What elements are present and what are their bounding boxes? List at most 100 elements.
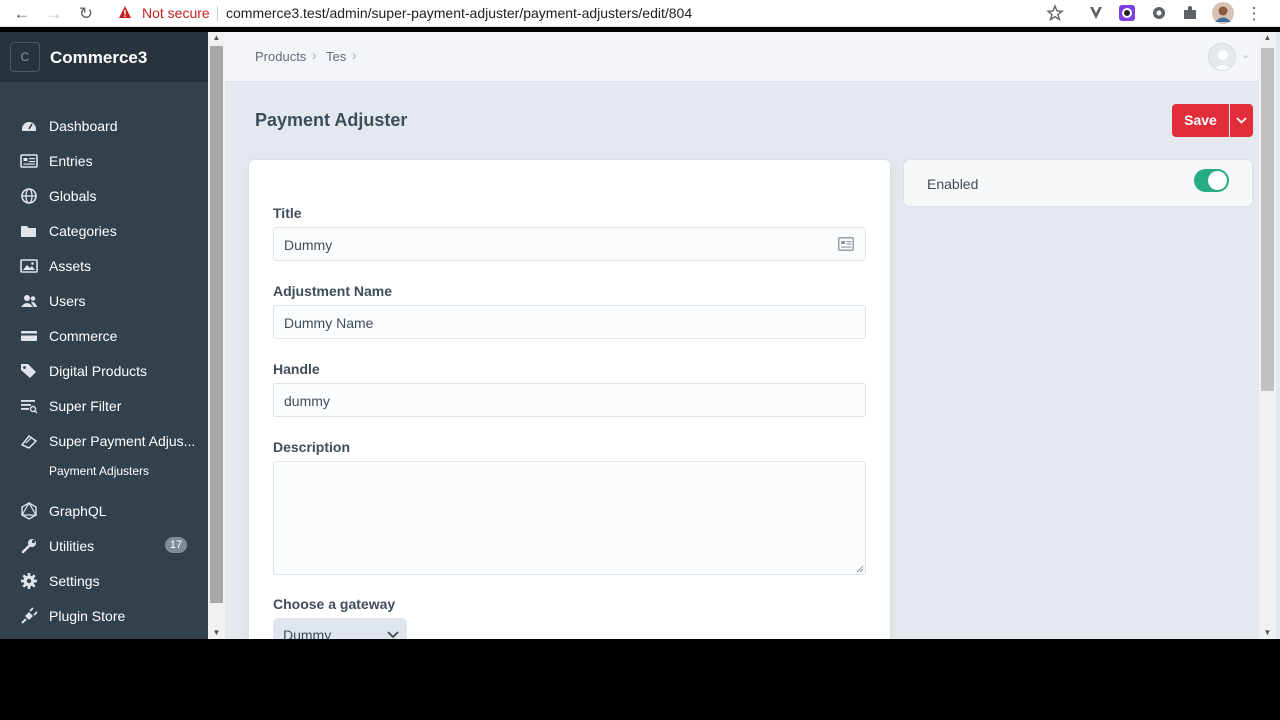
site-logo: C (10, 42, 40, 72)
extension-v-icon[interactable] (1087, 4, 1105, 22)
enabled-label: Enabled (927, 176, 979, 192)
page-header: Products › Tes › ⌄ (225, 32, 1259, 82)
status-card: Enabled (904, 160, 1252, 206)
breadcrumb-chevron-icon: › (352, 47, 357, 63)
sidebar-item-users[interactable]: Users (0, 286, 208, 316)
sidebar-scrollbar[interactable]: ▲ ▼ (208, 32, 225, 639)
save-button[interactable]: Save (1172, 104, 1229, 137)
sidebar-item-settings[interactable]: Settings (0, 566, 208, 596)
card-icon[interactable] (838, 237, 854, 251)
tags-icon (21, 364, 36, 378)
browser-toolbar: ← → ↻ Not secure commerce3.test/admin/su… (0, 0, 1280, 27)
sidebar-item-label: Plugin Store (49, 608, 126, 624)
sidebar-item-plugin-store[interactable]: Plugin Store (0, 601, 208, 631)
sidebar-item-categories[interactable]: Categories (0, 216, 208, 246)
payment-icon (20, 434, 38, 449)
wrench-icon (21, 539, 36, 554)
bookmark-star-icon[interactable] (1046, 4, 1064, 22)
scroll-up-icon[interactable]: ▲ (1259, 32, 1276, 44)
back-icon[interactable]: ← (11, 3, 33, 25)
title-value: Dummy (284, 237, 333, 253)
sidebar-item-digital-products[interactable]: Digital Products (0, 356, 208, 386)
breadcrumb-chevron-icon: › (312, 47, 317, 63)
scroll-down-icon[interactable]: ▼ (1259, 627, 1276, 639)
sidebar-item-super-filter[interactable]: Super Filter (0, 391, 208, 421)
globe-icon (21, 188, 37, 204)
sidebar-item-globals[interactable]: Globals (0, 181, 208, 211)
description-label: Description (273, 439, 351, 455)
forward-icon[interactable]: → (43, 3, 65, 25)
sidebar-item-graphql[interactable]: GraphQL (0, 496, 208, 526)
sidebar-item-label: Settings (49, 573, 100, 589)
sidebar-subitem-payment-adjusters[interactable]: Payment Adjusters (49, 464, 149, 478)
description-field[interactable] (273, 461, 866, 575)
extension-gear-icon[interactable] (1150, 4, 1168, 22)
address-bar[interactable]: commerce3.test/admin/super-payment-adjus… (226, 5, 692, 21)
url-separator (217, 6, 218, 21)
page-scrollbar[interactable]: ▲ ▼ (1259, 32, 1276, 639)
warning-icon[interactable] (118, 5, 132, 19)
scroll-down-icon[interactable]: ▼ (208, 627, 225, 639)
handle-value: dummy (284, 393, 330, 409)
not-secure-label[interactable]: Not secure (142, 5, 210, 21)
brand-header[interactable]: C Commerce3 (0, 32, 208, 82)
title-field[interactable]: Dummy (273, 227, 866, 261)
dashboard-icon (22, 122, 36, 131)
users-icon (21, 295, 37, 307)
graphql-icon (20, 502, 38, 520)
extensions-puzzle-icon[interactable] (1181, 4, 1199, 22)
handle-label: Handle (273, 361, 320, 377)
sidebar-item-label: Commerce (49, 328, 118, 344)
sidebar-item-super-payment-adjuster[interactable]: Super Payment Adjus... (0, 426, 208, 456)
image-icon (20, 259, 38, 273)
plug-icon (21, 607, 38, 624)
extension-color-icon[interactable] (1118, 4, 1136, 22)
user-silhouette-icon (1214, 50, 1232, 70)
adjustment-name-field[interactable]: Dummy Name (273, 305, 866, 339)
sidebar-item-label: Utilities (49, 538, 95, 554)
sidebar-item-dashboard[interactable]: Dashboard (0, 111, 208, 141)
gateway-select[interactable]: Dummy (273, 618, 407, 639)
page-title: Payment Adjuster (255, 110, 408, 130)
gateway-label: Choose a gateway (273, 596, 396, 612)
sidebar-item-entries[interactable]: Entries (0, 146, 208, 176)
sidebar-item-assets[interactable]: Assets (0, 251, 208, 281)
sidebar-item-label: Dashboard (49, 118, 118, 134)
app-frame: C Commerce3 Dashboard Entries Globals Ca… (0, 32, 1280, 639)
breadcrumb-tes[interactable]: Tes (326, 49, 346, 64)
sidebar-item-label: Users (49, 293, 86, 309)
toggle-knob (1208, 171, 1227, 190)
gateway-value: Dummy (283, 627, 332, 639)
profile-avatar-icon[interactable] (1212, 2, 1234, 24)
commerce-icon (21, 331, 37, 341)
save-options-button[interactable] (1230, 104, 1253, 137)
enabled-toggle[interactable] (1194, 169, 1229, 192)
utilities-count-badge: 17 (165, 537, 187, 553)
sidebar-item-label: Digital Products (49, 363, 148, 379)
scroll-up-icon[interactable]: ▲ (208, 32, 225, 44)
sidebar-item-label: Globals (49, 188, 97, 204)
chevron-down-icon (1236, 117, 1247, 124)
sidebar-item-utilities[interactable]: Utilities 17 (0, 531, 208, 561)
breadcrumb-products[interactable]: Products (255, 49, 306, 64)
content-card: Title Dummy Adjustment Name Dummy Name H… (249, 160, 890, 639)
resize-handle-icon[interactable] (856, 565, 864, 573)
site-name: Commerce3 (50, 48, 148, 67)
title-label: Title (273, 205, 302, 221)
chevron-down-icon[interactable]: ⌄ (1241, 48, 1250, 61)
entries-icon (20, 154, 38, 168)
page-scroll-thumb[interactable] (1261, 48, 1274, 391)
reload-icon[interactable]: ↻ (75, 3, 97, 25)
user-avatar[interactable] (1208, 43, 1236, 71)
gear-icon (21, 573, 37, 589)
sidebar-item-label: Super Payment Adjus... (49, 433, 196, 449)
handle-field[interactable]: dummy (273, 383, 866, 417)
sidebar-item-commerce[interactable]: Commerce (0, 321, 208, 351)
sidebar-item-label: Categories (49, 223, 117, 239)
adjustment-name-value: Dummy Name (284, 315, 374, 331)
browser-menu-icon[interactable]: ⋮ (1244, 3, 1264, 25)
sidebar: C Commerce3 Dashboard Entries Globals Ca… (0, 32, 208, 639)
sidebar-item-label: Entries (49, 153, 93, 169)
sidebar-scroll-thumb[interactable] (210, 46, 223, 603)
sidebar-item-label: Super Filter (49, 398, 122, 414)
